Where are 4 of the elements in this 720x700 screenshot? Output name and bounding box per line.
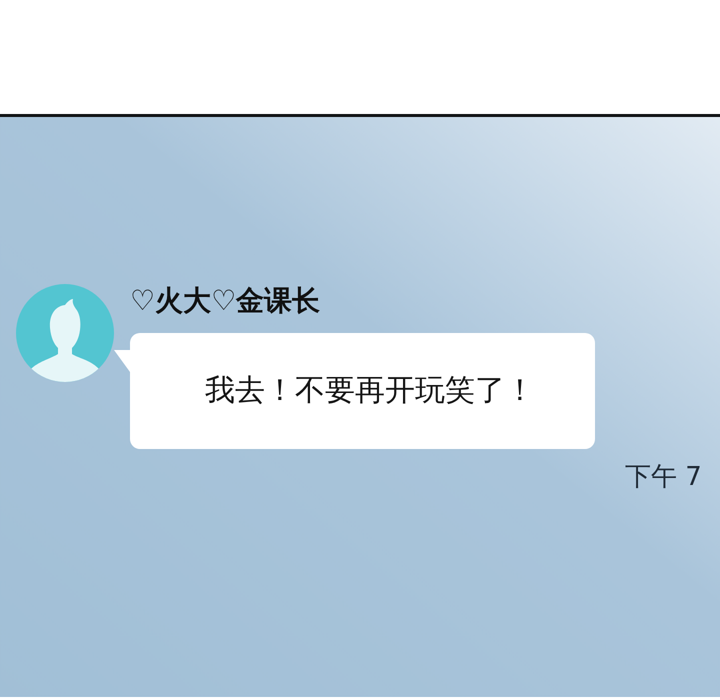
avatar-icon (16, 284, 114, 382)
message-time: 下午 7 (625, 461, 702, 493)
message-text: 我去！不要再开玩笑了！ (205, 373, 535, 409)
sender-name: ♡火大♡金课长 (130, 284, 320, 318)
